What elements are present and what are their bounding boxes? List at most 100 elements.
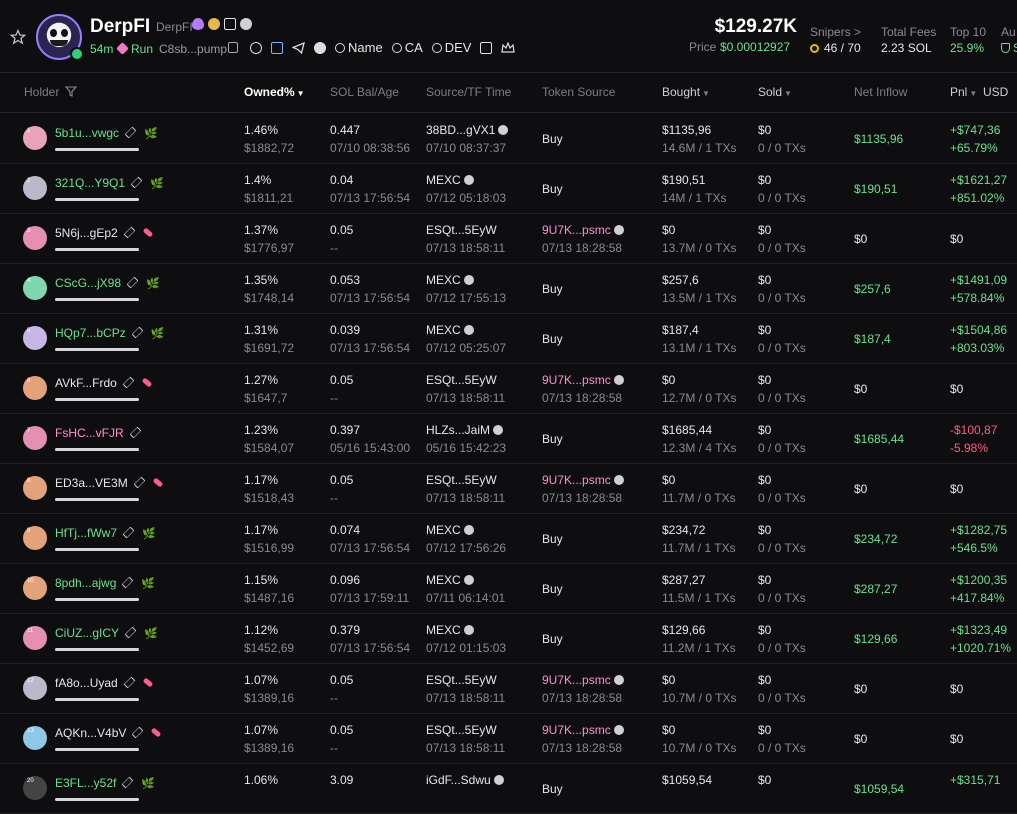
holder-address-text[interactable]: 5N6j...gEp2 [55, 226, 118, 240]
external-link-icon[interactable] [480, 41, 493, 54]
col-net-inflow[interactable]: Net Inflow [854, 85, 907, 99]
funding-source[interactable]: MEXC [426, 273, 474, 287]
holder-address[interactable]: FsHC...vFJR [55, 426, 142, 440]
funding-source-text[interactable]: MEXC [426, 573, 461, 587]
holder-address[interactable]: 5N6j...gEp2 [55, 226, 154, 240]
edit-icon[interactable] [126, 276, 139, 289]
edit-icon[interactable] [122, 776, 134, 789]
funding-source[interactable]: HLZs...JaiM [426, 423, 504, 437]
token-source[interactable]: 9U7K...psmc [542, 723, 624, 737]
funding-source[interactable]: ESQt...5EyW [426, 373, 497, 387]
table-row[interactable]: 6 AVkF...Frdo 1.27% $1647,7 0.05 -- ESQt...5Ey… [0, 363, 1017, 414]
holder-address-text[interactable]: fA8o...Uyad [55, 676, 118, 690]
funding-source[interactable]: MEXC [426, 623, 474, 637]
col-holder[interactable]: Holder [24, 85, 77, 99]
table-row[interactable]: 12 fA8o...Uyad 1.07% $1389,16 0.05 -- ESQt...5… [0, 663, 1017, 714]
funding-source[interactable]: MEXC [426, 573, 474, 587]
token-source[interactable]: 9U7K...psmc [542, 223, 624, 237]
holder-address[interactable]: AQKn...V4bV [55, 726, 162, 740]
funding-source[interactable]: MEXC [426, 323, 474, 337]
table-row[interactable]: 4 CScG...jX98 🌿 1.35% $1748,14 0.053 07/13 17:… [0, 263, 1017, 314]
funding-source-text[interactable]: ESQt...5EyW [426, 223, 497, 237]
holder-address-text[interactable]: HfTj...fWw7 [55, 526, 117, 540]
holder-address-text[interactable]: E3FL...y52f [55, 776, 116, 790]
table-row[interactable]: 3 5N6j...gEp2 1.37% $1776,97 0.05 -- ESQt...5E… [0, 213, 1017, 264]
table-row[interactable]: 11 CiUZ...gICY 🌿 1.12% $1452,69 0.379 07/13 17… [0, 613, 1017, 664]
funding-source-text[interactable]: MEXC [426, 623, 461, 637]
edit-icon[interactable] [131, 326, 144, 339]
search-ca-link[interactable]: CA [391, 40, 423, 55]
table-row[interactable]: 20 E3FL...y52f 🌿 1.06% 3.09 iGdF...Sdwu Buy $10… [0, 763, 1017, 814]
token-source[interactable]: 9U7K...psmc [542, 373, 624, 387]
funding-source[interactable]: 38BD...gVX1 [426, 123, 509, 137]
funding-source[interactable]: ESQt...5EyW [426, 223, 497, 237]
edit-icon[interactable] [123, 226, 136, 239]
funding-source-text[interactable]: MEXC [426, 173, 461, 187]
table-row[interactable]: 7 FsHC...vFJR 1.23% $1584,07 0.397 05/16 15:4… [0, 413, 1017, 464]
token-source-text[interactable]: 9U7K...psmc [542, 223, 611, 237]
edit-icon[interactable] [124, 126, 137, 139]
currency-toggle[interactable]: USD [983, 85, 1008, 99]
funding-source[interactable]: ESQt...5EyW [426, 473, 497, 487]
token-source-text[interactable]: 9U7K...psmc [542, 373, 611, 387]
community-icon[interactable] [271, 41, 283, 54]
edit-icon[interactable] [130, 176, 143, 189]
menu-circle-icon[interactable] [314, 41, 326, 54]
token-source[interactable]: 9U7K...psmc [542, 473, 624, 487]
funding-source[interactable]: ESQt...5EyW [426, 723, 497, 737]
funding-source-text[interactable]: MEXC [426, 323, 461, 337]
col-bought[interactable]: Bought ▼ [662, 85, 710, 99]
col-pnl[interactable]: Pnl ▼ [950, 85, 977, 99]
table-row[interactable]: 9 HfTj...fWw7 🌿 1.17% $1516,99 0.074 07/13 17:… [0, 513, 1017, 564]
funding-source[interactable]: ESQt...5EyW [426, 673, 497, 687]
holder-address-text[interactable]: 321Q...Y9Q1 [55, 176, 125, 190]
table-row[interactable]: 5 HQp7...bCPz 🌿 1.31% $1691,72 0.039 07/13 17:… [0, 313, 1017, 364]
holder-address[interactable]: HfTj...fWw7 🌿 [55, 526, 156, 540]
holder-address-text[interactable]: CiUZ...gICY [55, 626, 119, 640]
funding-source-text[interactable]: MEXC [426, 273, 461, 287]
holder-address-text[interactable]: AVkF...Frdo [55, 376, 117, 390]
holder-address-text[interactable]: FsHC...vFJR [55, 426, 124, 440]
holder-address-text[interactable]: 5b1u...vwgc [55, 126, 119, 140]
holder-address[interactable]: 321Q...Y9Q1 🌿 [55, 176, 164, 190]
edit-icon[interactable] [123, 676, 136, 689]
funding-source[interactable]: MEXC [426, 173, 474, 187]
token-source-text[interactable]: 9U7K...psmc [542, 723, 611, 737]
telegram-icon[interactable] [292, 41, 305, 54]
edit-icon[interactable] [122, 576, 134, 589]
copy-icon[interactable] [228, 42, 238, 53]
search-name-link[interactable]: Name [335, 40, 383, 55]
holder-address-text[interactable]: 8pdh...ajwg [55, 576, 116, 590]
filter-icon[interactable] [64, 86, 77, 97]
col-owned[interactable]: Owned% ▼ [244, 85, 305, 99]
table-row[interactable]: 8 ED3a...VE3M 1.17% $1518,43 0.05 -- ESQt...5E… [0, 463, 1017, 514]
funding-source-text[interactable]: ESQt...5EyW [426, 373, 497, 387]
edit-icon[interactable] [133, 476, 146, 489]
holder-address-text[interactable]: ED3a...VE3M [55, 476, 128, 490]
col-sol-bal[interactable]: SOL Bal/Age [330, 85, 399, 99]
holder-address[interactable]: AVkF...Frdo [55, 376, 153, 390]
funding-source[interactable]: iGdF...Sdwu [426, 773, 504, 787]
holder-address[interactable]: CiUZ...gICY 🌿 [55, 626, 158, 640]
favorite-star-icon[interactable] [10, 29, 26, 45]
edit-icon[interactable] [122, 376, 135, 389]
edit-icon[interactable] [132, 726, 144, 739]
holder-address-text[interactable]: HQp7...bCPz [55, 326, 126, 340]
funding-source-text[interactable]: 38BD...gVX1 [426, 123, 495, 137]
crown-icon[interactable] [501, 41, 516, 54]
holder-address[interactable]: 5b1u...vwgc 🌿 [55, 126, 158, 140]
holder-address[interactable]: fA8o...Uyad [55, 676, 154, 690]
col-sold[interactable]: Sold ▼ [758, 85, 792, 99]
funding-source-text[interactable]: ESQt...5EyW [426, 723, 497, 737]
funding-source-text[interactable]: ESQt...5EyW [426, 673, 497, 687]
token-source-text[interactable]: 9U7K...psmc [542, 673, 611, 687]
search-dev-link[interactable]: DEV [431, 40, 471, 55]
holder-address[interactable]: ED3a...VE3M [55, 476, 164, 490]
token-source[interactable]: 9U7K...psmc [542, 673, 624, 687]
col-token-source[interactable]: Token Source [542, 85, 615, 99]
contract-address[interactable]: C8sb...pump [159, 42, 227, 56]
holder-address-text[interactable]: CScG...jX98 [55, 276, 121, 290]
edit-icon[interactable] [124, 626, 137, 639]
table-row[interactable]: 1 5b1u...vwgc 🌿 1.46% $1882,72 0.447 07/10 08:… [0, 113, 1017, 164]
holder-address[interactable]: 8pdh...ajwg 🌿 [55, 576, 155, 590]
